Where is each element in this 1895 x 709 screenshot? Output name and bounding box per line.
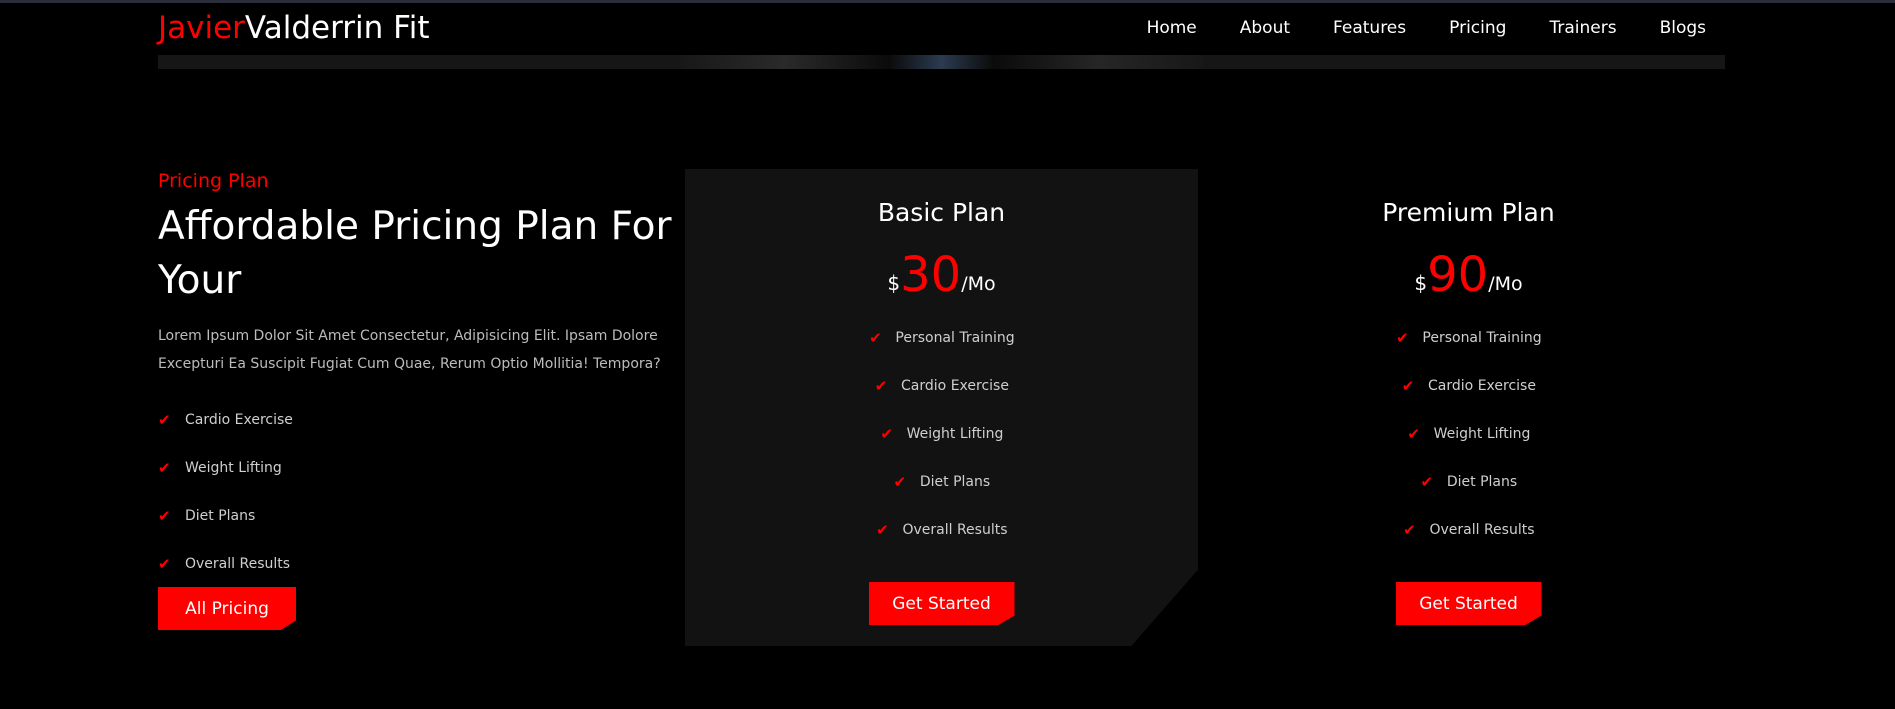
brand-second: Valderrin Fit xyxy=(244,10,430,46)
intro-feature-list: ✔ Cardio Exercise ✔ Weight Lifting ✔ Diet P… xyxy=(158,396,678,588)
brand-logo[interactable]: JavierValderrin Fit xyxy=(158,10,429,46)
main-nav: Home About Features Pricing Trainers Blo… xyxy=(1147,18,1706,38)
price-currency: $ xyxy=(1414,271,1428,295)
plan-feature-list: ✔ Personal Training ✔ Cardio Exercise ✔ Wei… xyxy=(685,314,1198,554)
check-icon: ✔ xyxy=(1396,329,1409,347)
feature-label: Overall Results xyxy=(902,522,1008,538)
plan-price: $ 90 /Mo xyxy=(1212,243,1725,303)
section-eyebrow: Pricing Plan xyxy=(158,170,269,192)
feature-label: Overall Results xyxy=(1429,522,1535,538)
check-icon: ✔ xyxy=(158,411,171,429)
list-item: ✔ Diet Plans xyxy=(685,458,1198,506)
check-icon: ✔ xyxy=(880,425,893,443)
list-item: ✔ Cardio Exercise xyxy=(158,396,678,444)
feature-label: Cardio Exercise xyxy=(1428,378,1536,394)
nav-pricing[interactable]: Pricing xyxy=(1449,18,1506,38)
check-icon: ✔ xyxy=(1401,377,1415,395)
list-item: ✔ Cardio Exercise xyxy=(685,362,1198,410)
premium-get-started-button[interactable]: Get Started xyxy=(1395,582,1542,625)
check-icon: ✔ xyxy=(1403,521,1416,539)
check-icon: ✔ xyxy=(158,555,171,573)
plan-price: $ 30 /Mo xyxy=(685,243,1198,303)
basic-get-started-button[interactable]: Get Started xyxy=(868,582,1015,625)
feature-label: Overall Results xyxy=(185,556,291,572)
hero-photo-edge xyxy=(680,55,1203,69)
list-item: ✔ Personal Training xyxy=(1212,314,1725,362)
check-icon: ✔ xyxy=(158,459,171,477)
site-header: JavierValderrin Fit Home About Features … xyxy=(0,3,1895,53)
plan-name: Basic Plan xyxy=(877,198,1006,227)
check-icon: ✔ xyxy=(1420,473,1434,491)
check-icon: ✔ xyxy=(1407,425,1420,443)
price-period: /Mo xyxy=(1488,273,1523,295)
nav-about[interactable]: About xyxy=(1240,18,1290,38)
plan-feature-list: ✔ Personal Training ✔ Cardio Exercise ✔ Wei… xyxy=(1212,314,1725,554)
nav-trainers[interactable]: Trainers xyxy=(1549,18,1616,38)
list-item: ✔ Weight Lifting xyxy=(685,410,1198,458)
feature-label: Cardio Exercise xyxy=(901,378,1009,394)
list-item: ✔ Overall Results xyxy=(158,540,678,588)
plan-name: Premium Plan xyxy=(1382,198,1555,227)
price-currency: $ xyxy=(887,271,901,295)
list-item: ✔ Overall Results xyxy=(685,506,1198,554)
feature-label: Personal Training xyxy=(895,330,1015,346)
list-item: ✔ Overall Results xyxy=(1212,506,1725,554)
nav-home[interactable]: Home xyxy=(1147,18,1197,38)
check-icon: ✔ xyxy=(893,473,907,491)
premium-plan-card: Premium Plan $ 90 /Mo ✔ Personal Training… xyxy=(1212,169,1725,646)
feature-label: Diet Plans xyxy=(185,508,256,524)
brand-first: Javier xyxy=(158,10,245,46)
list-item: ✔ Weight Lifting xyxy=(158,444,678,492)
section-heading: Affordable Pricing Plan For Your xyxy=(158,204,672,303)
list-item: ✔ Personal Training xyxy=(685,314,1198,362)
feature-label: Diet Plans xyxy=(1446,474,1518,490)
price-amount: 30 xyxy=(900,247,962,303)
list-item: ✔ Weight Lifting xyxy=(1212,410,1725,458)
list-item: ✔ Cardio Exercise xyxy=(1212,362,1725,410)
all-pricing-button[interactable]: All Pricing xyxy=(158,587,296,630)
feature-label: Personal Training xyxy=(1422,330,1542,346)
list-item: ✔ Diet Plans xyxy=(158,492,678,540)
pricing-intro: Pricing Plan Affordable Pricing Plan For… xyxy=(158,170,678,588)
feature-label: Weight Lifting xyxy=(185,460,282,476)
check-icon: ✔ xyxy=(876,521,889,539)
price-period: /Mo xyxy=(961,273,996,295)
check-icon: ✔ xyxy=(869,329,882,347)
check-icon: ✔ xyxy=(874,377,888,395)
check-icon: ✔ xyxy=(158,507,171,525)
feature-label: Cardio Exercise xyxy=(185,412,293,428)
nav-blogs[interactable]: Blogs xyxy=(1660,18,1706,38)
basic-plan-card: Basic Plan $ 30 /Mo ✔ Personal Training ✔… xyxy=(685,169,1198,646)
section-description: Lorem Ipsum Dolor Sit Amet Consectetur, … xyxy=(158,328,661,372)
nav-features[interactable]: Features xyxy=(1333,18,1406,38)
feature-label: Weight Lifting xyxy=(1433,426,1531,442)
price-amount: 90 xyxy=(1427,247,1489,303)
feature-label: Diet Plans xyxy=(919,474,991,490)
feature-label: Weight Lifting xyxy=(906,426,1004,442)
list-item: ✔ Diet Plans xyxy=(1212,458,1725,506)
